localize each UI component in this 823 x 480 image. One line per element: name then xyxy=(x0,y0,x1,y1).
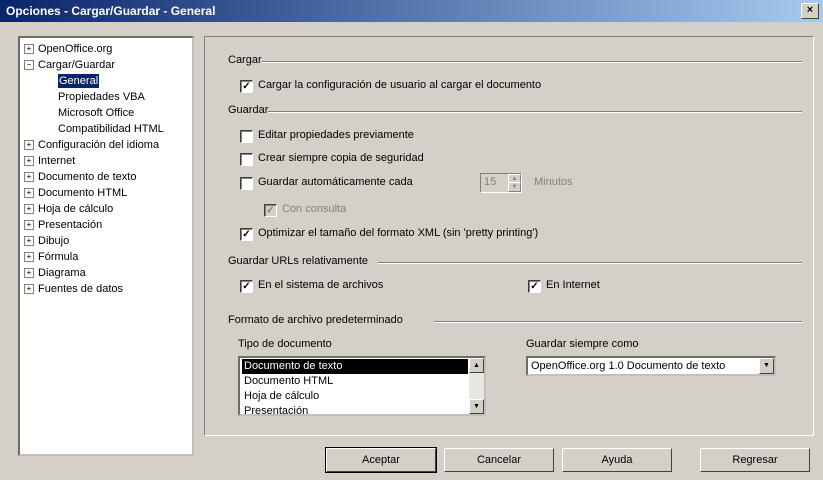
label-relative-internet: En Internet xyxy=(546,279,600,291)
tree-item-label: General xyxy=(58,74,100,88)
document-type-list[interactable]: Documento de texto Documento HTML Hoja d… xyxy=(238,356,486,416)
section-title-relative-urls: Guardar URLs relativamente xyxy=(228,255,369,267)
tree-item-label: Documento HTML xyxy=(38,187,128,199)
list-item[interactable]: Documento de texto xyxy=(242,359,468,374)
label-relative-filesystem: En el sistema de archivos xyxy=(258,279,384,291)
window-title: Opciones - Cargar/Guardar - General xyxy=(6,4,216,18)
expand-icon[interactable]: + xyxy=(24,220,34,230)
label-autosave: Guardar automáticamente cada xyxy=(258,176,413,188)
tree-item-label: Dibujo xyxy=(38,235,70,247)
label-prompt: Con consulta xyxy=(282,203,347,215)
scroll-up-icon[interactable]: ▲ xyxy=(469,358,484,373)
label-document-type: Tipo de documento xyxy=(238,338,332,350)
help-button[interactable]: Ayuda xyxy=(562,448,672,472)
section-title-guardar: Guardar xyxy=(228,104,269,116)
tree-item-label: Hoja de cálculo xyxy=(38,203,114,215)
expand-icon[interactable]: + xyxy=(24,284,34,294)
tree-item-label: Diagrama xyxy=(38,267,86,279)
tree-item-label: Configuración del idioma xyxy=(38,139,160,151)
divider xyxy=(378,262,802,264)
autosave-minutes-stepper[interactable]: 15 ▲ ▼ xyxy=(480,173,522,193)
tree-item-label: Presentación xyxy=(38,219,103,231)
checkbox-relative-filesystem[interactable]: ✓ xyxy=(240,280,253,293)
label-save-always-as: Guardar siempre como xyxy=(526,338,639,350)
stepper-down-icon[interactable]: ▼ xyxy=(508,182,521,192)
expand-icon[interactable]: + xyxy=(24,44,34,54)
divider xyxy=(262,61,802,63)
tree-item-label: Documento de texto xyxy=(38,171,137,183)
expand-icon[interactable]: + xyxy=(24,140,34,150)
expand-icon[interactable]: + xyxy=(24,252,34,262)
section-title-default-format: Formato de archivo predeterminado xyxy=(228,314,403,326)
tree-item-label: Fórmula xyxy=(38,251,79,263)
divider xyxy=(434,321,802,323)
tree-item-label: Cargar/Guardar xyxy=(38,59,116,71)
checkbox-load-user-settings[interactable]: ✓ xyxy=(240,80,253,93)
chevron-down-icon[interactable]: ▼ xyxy=(759,358,774,374)
label-optimize-xml: Optimizar el tamaño del formato XML (sin… xyxy=(258,227,539,239)
expand-icon[interactable]: + xyxy=(24,172,34,182)
checkbox-edit-properties[interactable] xyxy=(240,130,253,143)
tree-item-label: Internet xyxy=(38,155,76,167)
save-format-value: OpenOffice.org 1.0 Documento de texto xyxy=(531,360,726,372)
cancel-button[interactable]: Cancelar xyxy=(444,448,554,472)
label-always-backup: Crear siempre copia de seguridad xyxy=(258,152,424,164)
title-bar: Opciones - Cargar/Guardar - General × xyxy=(0,0,823,22)
list-item[interactable]: Hoja de cálculo xyxy=(242,389,468,404)
tree-item-label: Propiedades VBA xyxy=(58,91,145,103)
options-tree: + OpenOffice.org − Cargar/Guardar Genera… xyxy=(18,36,194,456)
label-edit-properties: Editar propiedades previamente xyxy=(258,129,414,141)
checkbox-prompt[interactable]: ✓ xyxy=(264,204,277,217)
tree-item-label: OpenOffice.org xyxy=(38,43,113,55)
ok-button[interactable]: Aceptar xyxy=(325,447,437,473)
tree-item-label: Fuentes de datos xyxy=(38,283,124,295)
section-title-cargar: Cargar xyxy=(228,54,262,66)
autosave-minutes-value: 15 xyxy=(484,176,497,188)
checkbox-relative-internet[interactable]: ✓ xyxy=(528,280,541,293)
tree-item-label: Microsoft Office xyxy=(58,107,135,119)
expand-icon[interactable]: + xyxy=(24,236,34,246)
expand-icon[interactable]: + xyxy=(24,268,34,278)
close-icon[interactable]: × xyxy=(801,3,819,19)
divider xyxy=(268,111,802,113)
list-item[interactable]: Presentación xyxy=(242,404,468,414)
checkbox-autosave[interactable] xyxy=(240,177,253,190)
collapse-icon[interactable]: − xyxy=(24,60,34,70)
expand-icon[interactable]: + xyxy=(24,188,34,198)
label-load-user-settings: Cargar la configuración de usuario al ca… xyxy=(258,79,542,91)
label-minutes-unit: Minutos xyxy=(534,176,573,188)
tree-item-label: Compatibilidad HTML xyxy=(58,123,164,135)
list-item[interactable]: Documento HTML xyxy=(242,374,468,389)
save-format-dropdown[interactable]: OpenOffice.org 1.0 Documento de texto ▼ xyxy=(526,356,776,376)
checkbox-always-backup[interactable] xyxy=(240,153,253,166)
expand-icon[interactable]: + xyxy=(24,204,34,214)
back-button[interactable]: Regresar xyxy=(700,448,810,472)
scroll-down-icon[interactable]: ▼ xyxy=(469,399,484,414)
list-scrollbar[interactable]: ▲ ▼ xyxy=(469,358,484,414)
checkbox-optimize-xml[interactable]: ✓ xyxy=(240,228,253,241)
expand-icon[interactable]: + xyxy=(24,156,34,166)
